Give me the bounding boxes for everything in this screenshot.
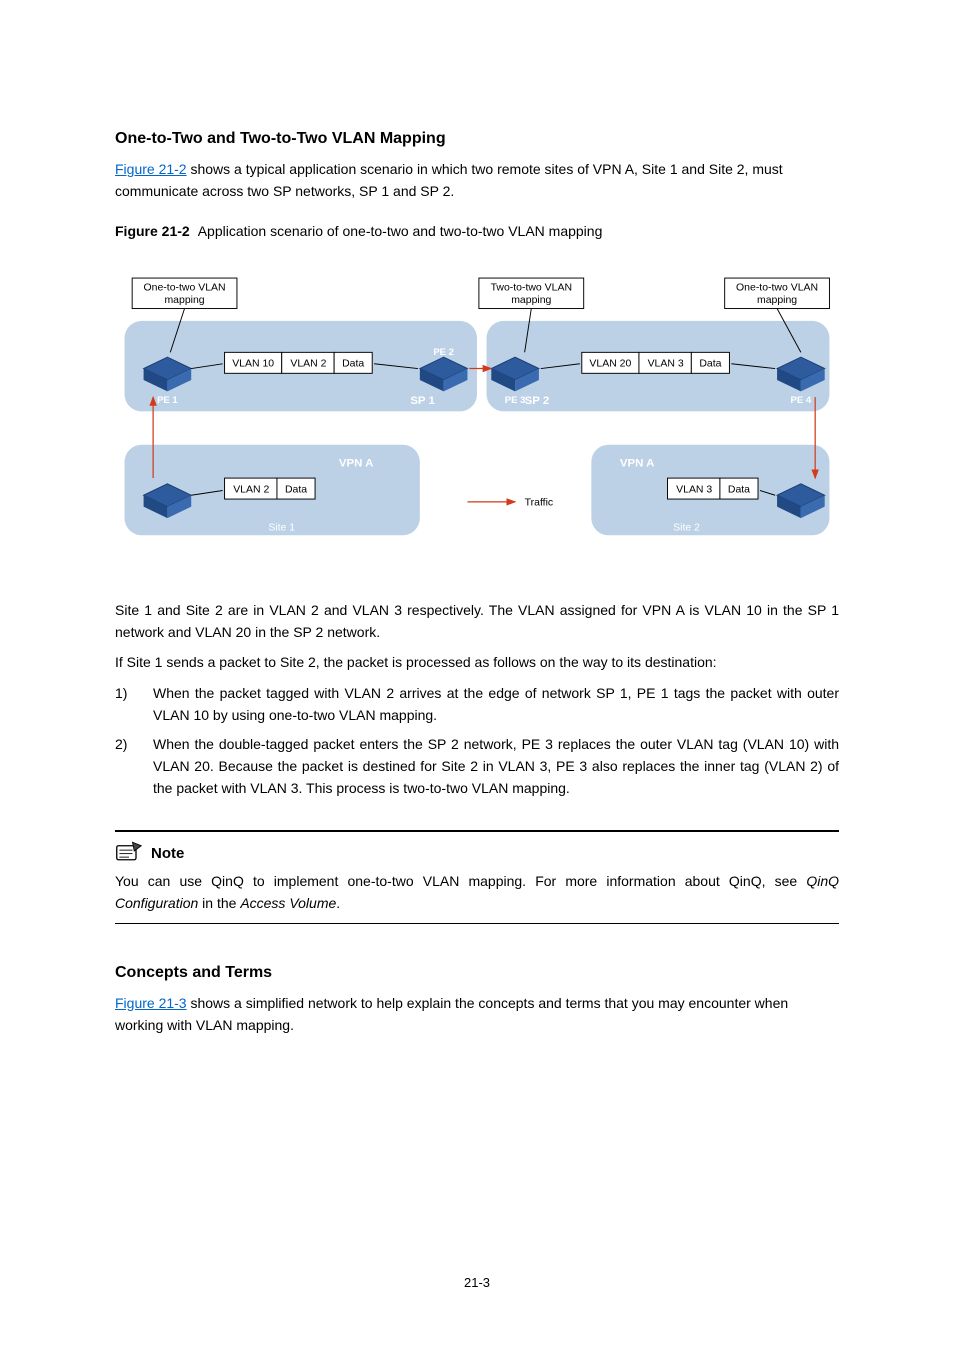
paragraph-sites-vlans: Site 1 and Site 2 are in VLAN 2 and VLAN… [115,599,839,644]
svg-text:Traffic: Traffic [525,498,554,509]
note-rule-bottom [115,923,839,924]
vpna2-label: VPN A [620,457,654,469]
svg-text:Data: Data [699,358,721,369]
note-body-italic2: Access Volume [240,895,336,911]
svg-text:mapping: mapping [164,295,204,306]
note-body-pre: You can use QinQ to implement one-to-two… [115,873,806,889]
svg-text:Site 2: Site 2 [673,522,700,533]
page: One-to-Two and Two-to-Two VLAN Mapping F… [0,0,954,1350]
svg-text:PE 3: PE 3 [505,395,526,406]
svg-text:One-to-two VLAN: One-to-two VLAN [736,282,818,293]
svg-text:PE 4: PE 4 [791,395,812,406]
concepts-paragraph: Figure 21-3 shows a simplified network t… [115,992,839,1037]
note-title: Note [151,845,184,862]
svg-text:Two-to-two VLAN: Two-to-two VLAN [491,282,572,293]
svg-text:VLAN 3: VLAN 3 [676,484,712,495]
note-block: Note You can use QinQ to implement one-t… [115,830,839,924]
figure-21-3-link[interactable]: Figure 21-3 [115,995,187,1011]
note-body: You can use QinQ to implement one-to-two… [115,870,839,915]
traffic-legend: Traffic [467,498,553,509]
svg-text:VLAN 2: VLAN 2 [290,358,326,369]
svg-text:One-to-two VLAN: One-to-two VLAN [144,282,226,293]
section-header-concepts: Concepts and Terms [115,964,839,982]
figure-caption-row: Figure 21-2 Application scenario of one-… [115,223,839,239]
page-number: 21-3 [0,1275,954,1290]
svg-text:PE 1: PE 1 [157,395,178,406]
svg-text:VLAN 10: VLAN 10 [232,358,274,369]
svg-text:mapping: mapping [511,295,551,306]
svg-text:VLAN 2: VLAN 2 [233,484,269,495]
figure-21-2-link[interactable]: Figure 21-2 [115,161,187,177]
svg-text:Data: Data [285,484,307,495]
note-rule-top [115,830,839,832]
concepts-rest: shows a simplified network to help expla… [115,995,788,1033]
list-item-1: When the packet tagged with VLAN 2 arriv… [115,682,839,727]
intro-rest: shows a typical application scenario in … [115,161,783,199]
vlan-mapping-diagram: SP 1 SP 2 VPN A VPN A One-to-two VLAN ma… [115,259,839,564]
note-head: Note [115,840,839,862]
svg-text:mapping: mapping [757,295,797,306]
section-header-one-two: One-to-Two and Two-to-Two VLAN Mapping [115,130,839,148]
packet-vlan2: VLAN 2 Data [225,478,315,499]
svg-text:Data: Data [728,484,750,495]
svg-text:PE 2: PE 2 [433,347,454,358]
svg-text:VLAN 20: VLAN 20 [589,358,631,369]
list-item-2: When the double-tagged packet enters the… [115,733,839,800]
vpna1-label: VPN A [339,457,373,469]
intro-paragraph: Figure 21-2 shows a typical application … [115,158,839,203]
note-body-mid: in the [198,895,240,911]
packet-vlan20-vlan3: VLAN 20 VLAN 3 Data [582,352,730,373]
note-icon [115,840,143,862]
packet-process-list: When the packet tagged with VLAN 2 arriv… [115,682,839,800]
svg-text:Data: Data [342,358,364,369]
svg-text:Site 1: Site 1 [268,522,295,533]
note-body-post: . [336,895,340,911]
paragraph-packet-intro: If Site 1 sends a packet to Site 2, the … [115,651,839,673]
figure-title: Application scenario of one-to-two and t… [198,223,603,239]
svg-text:VLAN 3: VLAN 3 [648,358,684,369]
sp2-label: SP 2 [525,395,550,407]
packet-vlan3: VLAN 3 Data [668,478,758,499]
figure-label: Figure 21-2 [115,223,190,239]
packet-vlan10-vlan2: VLAN 10 VLAN 2 Data [225,352,373,373]
sp1-label: SP 1 [410,395,435,407]
